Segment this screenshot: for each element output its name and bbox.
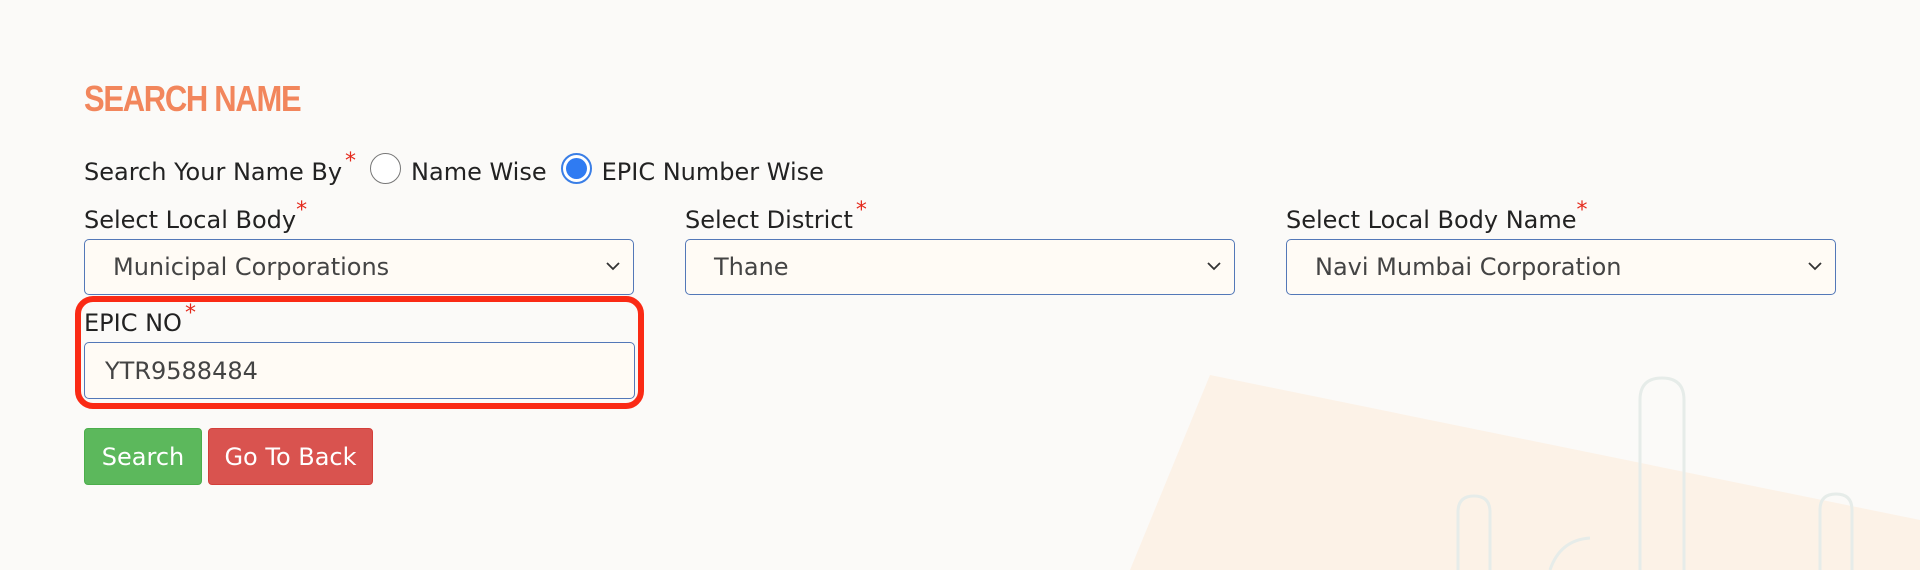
go-back-button[interactable]: Go To Back (208, 428, 373, 485)
district-select[interactable]: Thane (685, 239, 1235, 295)
radio-name-wise-label[interactable]: Name Wise (411, 158, 547, 186)
radio-epic-number-wise[interactable] (560, 152, 592, 184)
radio-epic-number-wise-label[interactable]: EPIC Number Wise (602, 158, 824, 186)
district-value: Thane (714, 253, 789, 281)
page-title: SEARCH NAME (84, 78, 302, 119)
local-body-label: Select Local Body* (84, 198, 308, 234)
chevron-down-icon (1808, 262, 1822, 271)
chevron-down-icon (606, 262, 620, 271)
radio-name-wise[interactable] (370, 152, 402, 184)
search-button[interactable]: Search (84, 428, 202, 485)
required-mark: * (855, 198, 867, 223)
required-mark: * (296, 198, 308, 223)
local-body-name-select[interactable]: Navi Mumbai Corporation (1286, 239, 1836, 295)
search-by-group: Search Your Name By * Name Wise EPIC Num… (84, 148, 824, 196)
local-body-value: Municipal Corporations (113, 253, 390, 281)
epic-no-input[interactable] (84, 342, 635, 399)
required-mark: * (184, 301, 196, 326)
search-by-label: Search Your Name By (84, 158, 343, 186)
epic-no-label: EPIC NO * (84, 301, 196, 337)
district-label: Select District * (685, 198, 867, 234)
local-body-select[interactable]: Municipal Corporations (84, 239, 634, 295)
required-mark: * (1576, 198, 1588, 223)
local-body-name-label: Select Local Body Name* (1286, 198, 1588, 234)
local-body-name-value: Navi Mumbai Corporation (1315, 253, 1622, 281)
chevron-down-icon (1207, 262, 1221, 271)
required-mark: * (345, 148, 357, 174)
radio-selected-dot (565, 157, 587, 179)
